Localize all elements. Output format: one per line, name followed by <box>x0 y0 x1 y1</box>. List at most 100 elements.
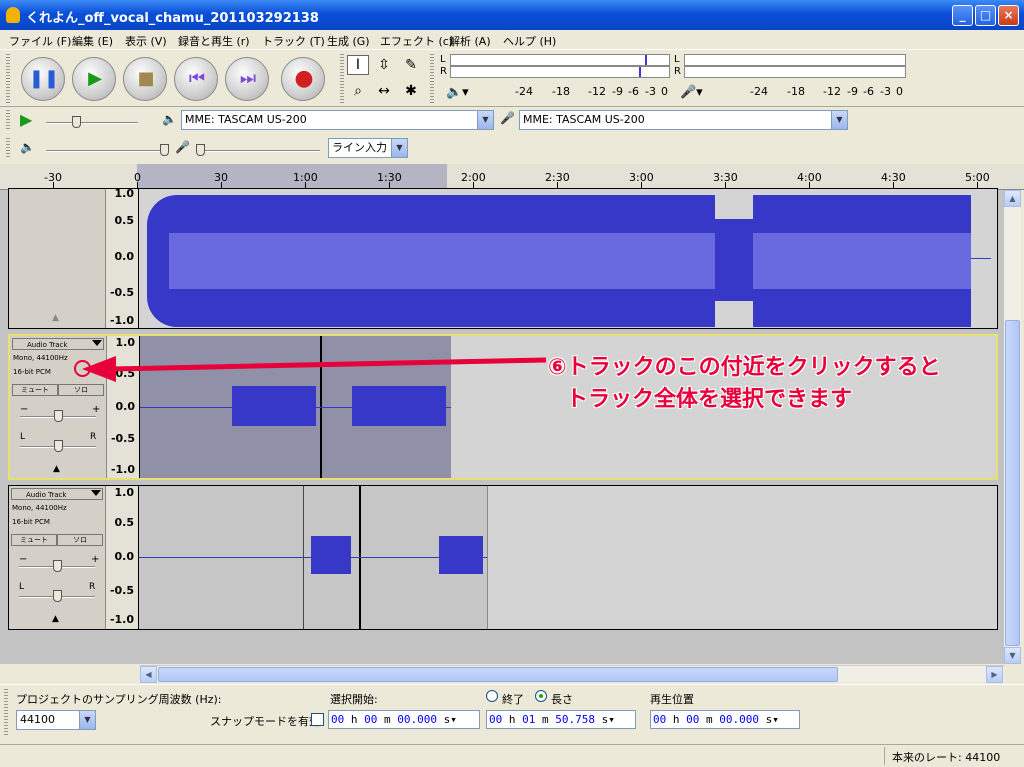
vruler-label: 0.5 <box>114 516 135 529</box>
clip-boundary <box>487 486 488 629</box>
collapse-icon[interactable]: ▲ <box>52 313 59 323</box>
track-3-waveform[interactable] <box>139 486 997 629</box>
track-3-name-menu[interactable]: Audio Track <box>11 488 103 500</box>
toolbar-grip[interactable] <box>6 54 10 104</box>
minimize-button[interactable]: _ <box>952 5 973 26</box>
chevron-down-icon <box>92 340 102 346</box>
input-device-select[interactable]: MME: TASCAM US-200 ▼ <box>519 110 848 130</box>
annotation-line-2: トラック全体を選択できます <box>566 387 853 412</box>
track-3-rate: Mono, 44100Hz <box>12 504 67 512</box>
chevron-down-icon: ▼ <box>79 711 95 729</box>
timeline-ruler[interactable]: -30 0 30 1:00 1:30 2:00 2:30 3:00 3:30 4… <box>0 164 1024 190</box>
pan-thumb[interactable] <box>53 590 62 602</box>
menu-tracks[interactable]: トラック (T) <box>262 33 325 49</box>
track-3-vruler: 1.0 0.5 0.0 -0.5 -1.0 <box>106 486 139 629</box>
scroll-down-button[interactable]: ▼ <box>1004 647 1021 664</box>
asterisk-icon: ✱ <box>405 83 417 99</box>
skip-start-button[interactable]: ⏮ <box>174 57 218 101</box>
multi-tool[interactable]: ✱ <box>400 81 422 101</box>
toolbar-grip-4 <box>6 110 10 130</box>
play-speed-thumb[interactable] <box>72 116 81 128</box>
skip-end-button[interactable]: ⏭ <box>225 57 269 101</box>
horizontal-scroll-thumb[interactable] <box>158 667 838 682</box>
record-button[interactable]: ● <box>281 57 325 101</box>
gain-thumb[interactable] <box>54 410 63 422</box>
mic-icon[interactable]: 🎤▾ <box>680 85 703 100</box>
horizontal-scrollbar[interactable]: ◀ ▶ <box>140 665 1004 683</box>
length-radio[interactable] <box>535 690 547 702</box>
pan-thumb[interactable] <box>54 440 63 452</box>
snap-checkbox[interactable] <box>311 713 324 726</box>
menu-effect[interactable]: エフェクト (c) <box>380 33 453 49</box>
track-1[interactable]: ▲ 1.0 0.5 0.0 -0.5 -1.0 <box>8 187 998 329</box>
output-volume-thumb[interactable] <box>160 144 169 156</box>
timeshift-tool[interactable]: ↔ <box>373 81 395 101</box>
vruler-label: 0.0 <box>114 250 135 263</box>
mic-icon: 🎤 <box>500 111 515 125</box>
menu-help[interactable]: ヘルプ (H) <box>503 33 556 49</box>
menu-view[interactable]: 表示 (V) <box>125 33 167 49</box>
collapse-icon[interactable]: ▲ <box>53 464 60 474</box>
track-3[interactable]: ✕ Audio Track Mono, 44100Hz 16-bit PCM ミ… <box>8 485 998 630</box>
vertical-scrollbar[interactable]: ▲ ▼ <box>1004 190 1021 664</box>
pause-button[interactable]: ❚❚ <box>21 57 65 101</box>
vruler-label: -0.5 <box>109 584 134 597</box>
envelope-icon: ⇳ <box>378 57 390 73</box>
output-volume-slider[interactable] <box>46 150 164 152</box>
record-meter-l[interactable] <box>684 54 906 66</box>
scroll-left-button[interactable]: ◀ <box>140 666 157 683</box>
playback-meter-r[interactable] <box>450 66 670 78</box>
meter-tick: -6 <box>863 85 874 98</box>
pan-right-label: R <box>90 432 97 442</box>
meter-tick: -9 <box>612 85 623 98</box>
speaker-icon[interactable]: 🔈▾ <box>446 85 469 100</box>
solo-button[interactable]: ソロ <box>57 534 103 546</box>
end-radio[interactable] <box>486 690 498 702</box>
stop-button[interactable]: ■ <box>123 57 167 101</box>
playback-position-field[interactable]: 00 h 00 m 00.000 s▾ <box>650 710 800 729</box>
menu-edit[interactable]: 編集 (E) <box>72 33 113 49</box>
track-panel[interactable]: ▲ 1.0 0.5 0.0 -0.5 -1.0 ✕ Audio Track Mo… <box>0 187 1004 664</box>
toolbar-grip-6 <box>4 689 8 737</box>
record-icon: ● <box>294 66 314 91</box>
selection-tool[interactable]: I <box>347 55 369 75</box>
project-rate-select[interactable]: 44100 ▼ <box>16 710 96 730</box>
envelope-tool[interactable]: ⇳ <box>373 55 395 75</box>
menu-generate[interactable]: 生成 (G) <box>327 33 370 49</box>
maximize-button[interactable]: □ <box>975 5 996 26</box>
mute-button[interactable]: ミュート <box>12 384 58 396</box>
output-device-select[interactable]: MME: TASCAM US-200 ▼ <box>181 110 494 130</box>
input-volume-slider[interactable] <box>196 150 320 152</box>
track-1-waveform[interactable] <box>139 189 997 328</box>
selection-start-field[interactable]: 00 h 00 m 00.000 s▾ <box>328 710 480 729</box>
playback-meter-l[interactable] <box>450 54 670 66</box>
selection-length-field[interactable]: 00 h 01 m 50.758 s▾ <box>486 710 636 729</box>
play-at-speed-button[interactable]: ▶ <box>20 110 32 129</box>
scroll-up-button[interactable]: ▲ <box>1004 190 1021 207</box>
draw-tool[interactable]: ✎ <box>400 55 422 75</box>
zoom-tool[interactable]: ⌕ <box>347 81 369 101</box>
title-bar[interactable]: くれよん_off_vocal_chamu_201103292138 _ □ × <box>0 0 1024 30</box>
record-meter-r[interactable] <box>684 66 906 78</box>
track-2-name-menu[interactable]: Audio Track <box>12 338 104 350</box>
track-3-info[interactable]: ✕ Audio Track Mono, 44100Hz 16-bit PCM ミ… <box>9 486 106 629</box>
menu-transport[interactable]: 録音と再生 (r) <box>178 33 250 49</box>
scroll-right-button[interactable]: ▶ <box>986 666 1003 683</box>
play-speed-slider[interactable] <box>46 122 138 124</box>
meter-tick: -3 <box>880 85 891 98</box>
meter-tick: -24 <box>750 85 768 98</box>
vertical-scroll-thumb[interactable] <box>1005 320 1020 646</box>
arrow-lr-icon: ↔ <box>378 83 390 99</box>
menu-file[interactable]: ファイル (F) <box>9 33 71 49</box>
solo-button[interactable]: ソロ <box>58 384 104 396</box>
mute-button[interactable]: ミュート <box>11 534 57 546</box>
close-button[interactable]: × <box>998 5 1019 26</box>
gain-thumb[interactable] <box>53 560 62 572</box>
meter-tick: -18 <box>552 85 570 98</box>
menu-analyze[interactable]: 解析 (A) <box>449 33 491 49</box>
collapse-icon[interactable]: ▲ <box>52 614 59 624</box>
play-button[interactable]: ▶ <box>72 57 116 101</box>
input-source-select[interactable]: ライン入力 ▼ <box>328 138 408 158</box>
track-1-info[interactable]: ▲ <box>9 189 106 328</box>
input-volume-thumb[interactable] <box>196 144 205 156</box>
